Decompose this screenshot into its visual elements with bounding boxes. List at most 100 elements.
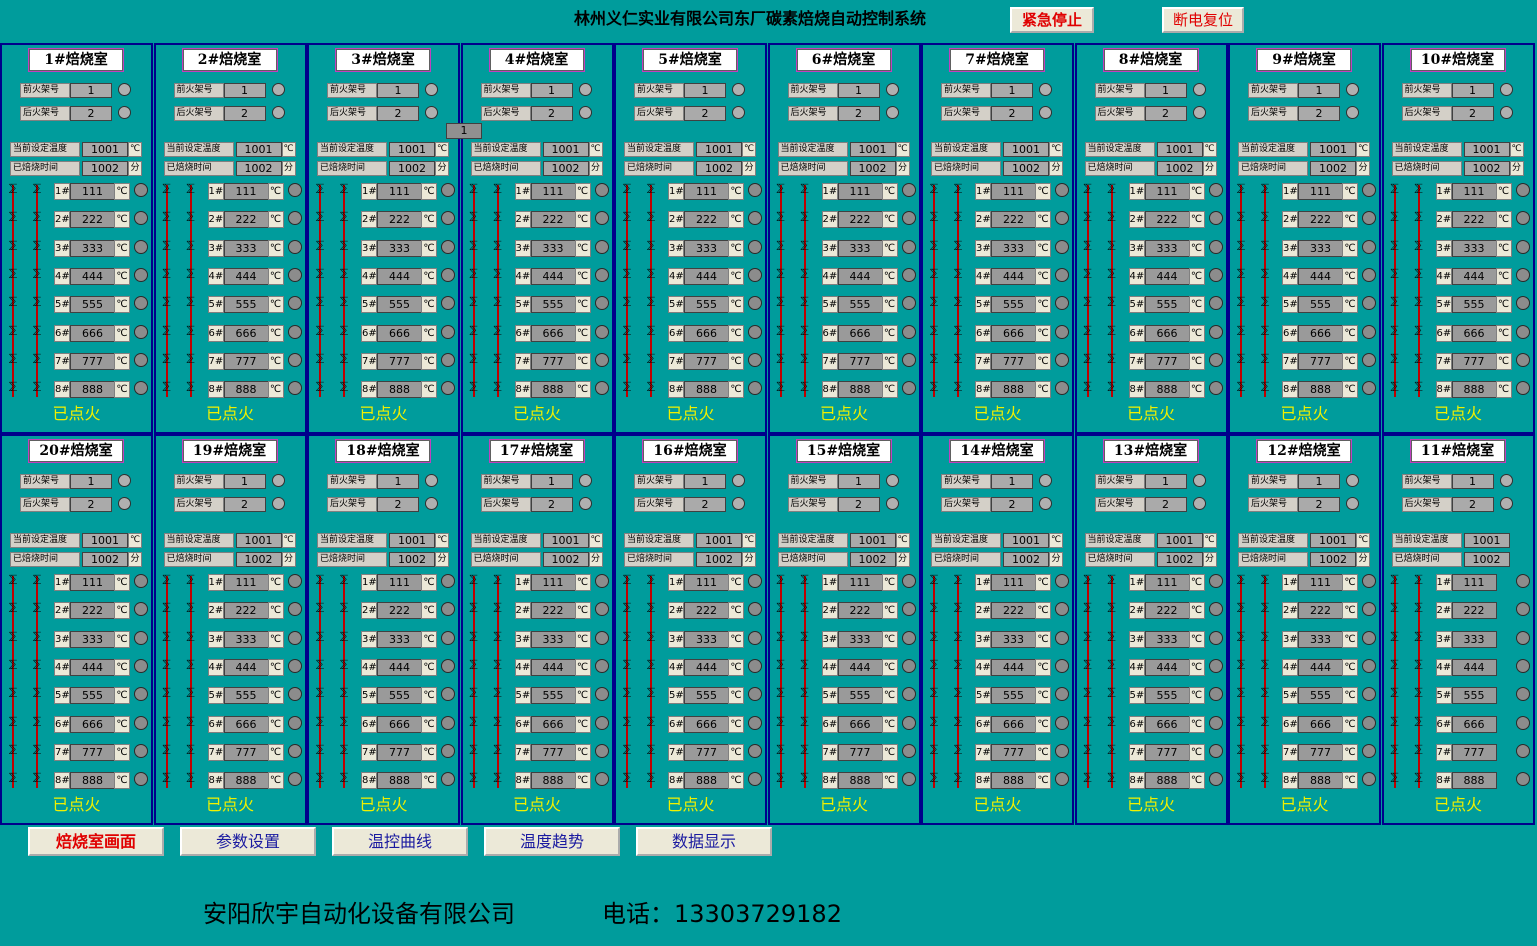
front-fire-knob[interactable] — [425, 474, 438, 487]
front-fire-knob[interactable] — [1192, 83, 1206, 96]
zone-temp-value: 666 — [837, 715, 883, 733]
zone-temp-value: 888 — [1144, 772, 1190, 790]
back-fire-knob[interactable] — [271, 106, 285, 119]
nav-button-5[interactable]: 数据显示 — [636, 827, 772, 856]
room-title-button[interactable]: 8#焙烧室 — [1102, 48, 1199, 72]
power-reset-button[interactable]: 断电复位 — [1162, 7, 1244, 33]
valve-icon: ⅀ — [776, 630, 785, 642]
back-fire-knob[interactable] — [425, 106, 438, 119]
room-title-button[interactable]: 17#焙烧室 — [488, 439, 585, 463]
zone-status-lamp — [1055, 352, 1069, 367]
back-fire-knob[interactable] — [1346, 106, 1359, 119]
back-fire-knob[interactable] — [578, 106, 592, 119]
back-fire-knob[interactable] — [1039, 106, 1052, 119]
nav-button-4[interactable]: 温度趋势 — [484, 827, 620, 856]
emergency-stop-button[interactable]: 紧急停止 — [1010, 7, 1094, 33]
front-fire-knob[interactable] — [271, 474, 285, 487]
zone-temp-unit: ℃ — [421, 381, 437, 399]
room-title-button[interactable]: 1#焙烧室 — [28, 48, 124, 72]
zone-label: 7# — [1282, 743, 1298, 761]
room-title-button[interactable]: 10#焙烧室 — [1409, 48, 1506, 72]
back-fire-knob[interactable] — [118, 497, 131, 510]
front-fire-knob[interactable] — [1192, 474, 1206, 487]
zone-status-lamp — [1208, 352, 1223, 367]
back-fire-knob[interactable] — [1499, 497, 1513, 510]
valve-icon: ⅀ — [929, 658, 939, 670]
back-fire-knob[interactable] — [118, 106, 131, 119]
valve-icon: ⅀ — [1107, 267, 1116, 279]
front-fire-knob[interactable] — [118, 474, 131, 487]
front-fire-knob[interactable] — [1346, 83, 1359, 96]
room-title-button[interactable]: 6#焙烧室 — [795, 48, 892, 72]
fired-time-label: 已焙烧时间 — [1391, 552, 1462, 567]
front-fire-knob[interactable] — [578, 474, 592, 487]
zone-temp-value: 333 — [684, 630, 729, 648]
back-fire-knob[interactable] — [1039, 497, 1052, 510]
back-fire-knob[interactable] — [578, 497, 592, 510]
room-title-button[interactable]: 20#焙烧室 — [28, 439, 124, 463]
room-title-button[interactable]: 12#焙烧室 — [1256, 439, 1352, 463]
zone-temp-unit: ℃ — [421, 296, 437, 314]
front-fire-knob[interactable] — [732, 474, 745, 487]
room-title-button[interactable]: 15#焙烧室 — [795, 439, 892, 463]
front-fire-knob[interactable] — [271, 83, 285, 96]
zone-label: 1# — [1435, 183, 1452, 200]
front-fire-knob[interactable] — [1499, 474, 1513, 487]
front-fire-label: 前火架号 — [1401, 474, 1452, 489]
valve-icon: ⅀ — [622, 602, 632, 614]
room-title-button[interactable]: 4#焙烧室 — [488, 48, 585, 72]
nav-button-2[interactable]: 参数设置 — [180, 827, 316, 856]
room-title-button[interactable]: 13#焙烧室 — [1102, 439, 1199, 463]
front-fire-knob[interactable] — [425, 83, 438, 96]
zone-status-lamp — [441, 211, 455, 226]
back-fire-knob[interactable] — [1346, 497, 1359, 510]
valve-icon: ⅀ — [1107, 743, 1116, 755]
back-fire-knob[interactable] — [732, 106, 745, 119]
front-fire-knob[interactable] — [885, 474, 899, 487]
front-fire-knob[interactable] — [885, 83, 899, 96]
front-fire-knob[interactable] — [118, 83, 131, 96]
valve-icon: ⅀ — [1414, 743, 1423, 755]
back-fire-knob[interactable] — [1499, 106, 1513, 119]
room-title-button[interactable]: 14#焙烧室 — [949, 439, 1045, 463]
front-fire-knob[interactable] — [578, 83, 592, 96]
zone-status-lamp — [748, 602, 762, 617]
front-fire-knob[interactable] — [732, 83, 745, 96]
zone-temp-value: 666 — [1298, 715, 1343, 733]
room-title-button[interactable]: 7#焙烧室 — [949, 48, 1045, 72]
nav-button-1[interactable]: 焙烧室画面 — [28, 827, 164, 856]
zone-temp-value: 111 — [377, 183, 422, 200]
back-fire-knob[interactable] — [1192, 497, 1206, 510]
front-fire-knob[interactable] — [1499, 83, 1513, 96]
back-fire-knob[interactable] — [732, 497, 745, 510]
room-title-button[interactable]: 3#焙烧室 — [335, 48, 431, 72]
valve-icon: ⅀ — [929, 352, 939, 364]
room-title-button[interactable]: 2#焙烧室 — [181, 48, 278, 72]
back-fire-knob[interactable] — [885, 106, 899, 119]
zone-temp-value: 444 — [377, 658, 422, 676]
valve-icon: ⅀ — [1083, 183, 1092, 194]
front-fire-knob[interactable] — [1039, 474, 1052, 487]
room-title-button[interactable]: 18#焙烧室 — [335, 439, 431, 463]
zone-temp-unit: ℃ — [728, 630, 744, 648]
nav-button-3[interactable]: 温控曲线 — [332, 827, 468, 856]
back-fire-knob[interactable] — [1192, 106, 1206, 119]
front-fire-knob[interactable] — [1039, 83, 1052, 96]
zone-status-lamp — [134, 715, 148, 730]
room-title-button[interactable]: 5#焙烧室 — [642, 48, 738, 72]
fired-time-unit: 分 — [128, 161, 142, 176]
zone-temp-unit: ℃ — [1342, 267, 1358, 285]
set-temp-label: 当前设定温度 — [931, 142, 1001, 157]
zone-label: 6# — [668, 715, 684, 733]
room-title-button[interactable]: 11#焙烧室 — [1409, 439, 1506, 463]
room-title-button[interactable]: 9#焙烧室 — [1256, 48, 1352, 72]
front-fire-knob[interactable] — [1346, 474, 1359, 487]
fired-time-value: 1002 — [1156, 552, 1203, 567]
back-fire-label: 后火架号 — [941, 497, 991, 512]
back-fire-knob[interactable] — [425, 497, 438, 510]
back-fire-knob[interactable] — [271, 497, 285, 510]
back-fire-knob[interactable] — [885, 497, 899, 510]
room-title-button[interactable]: 16#焙烧室 — [642, 439, 738, 463]
room-title-button[interactable]: 19#焙烧室 — [181, 439, 278, 463]
fire-status: 已点火 — [512, 404, 561, 423]
